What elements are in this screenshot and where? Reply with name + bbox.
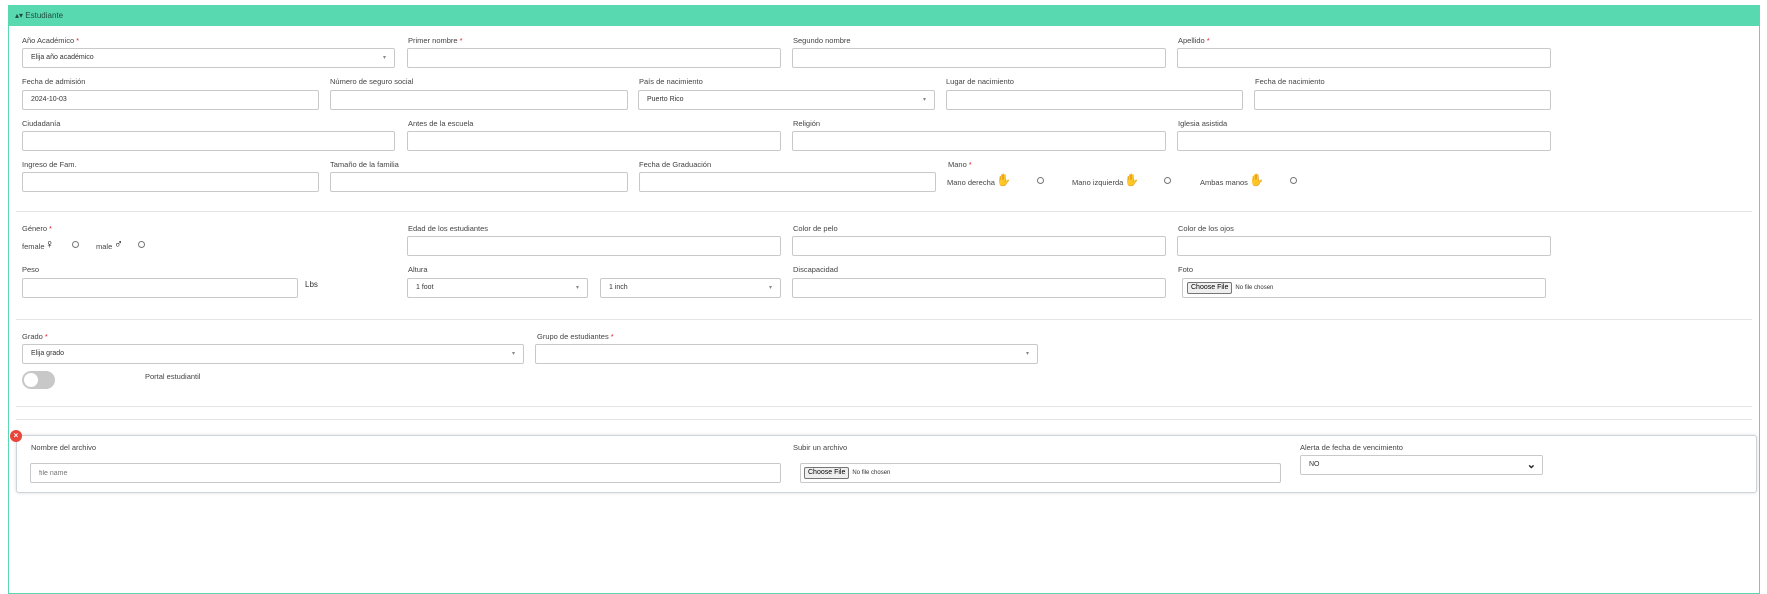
gender-option-male-label: male: [96, 242, 113, 251]
birth-date-input[interactable]: [1254, 90, 1551, 110]
previous-school-input[interactable]: [407, 131, 781, 151]
expiry-alert-label: Alerta de fecha de vencimiento: [1300, 443, 1403, 452]
graduation-date-input[interactable]: [639, 172, 936, 192]
student-age-label: Edad de los estudiantes: [408, 224, 489, 233]
photo-file-status: No file chosen: [1235, 285, 1274, 291]
left-hand-icon: ✋: [1124, 173, 1139, 187]
hand-label: Mano *: [948, 160, 972, 169]
upload-file-input[interactable]: Choose File No file chosen: [800, 463, 1281, 483]
male-icon: ♂: [114, 237, 123, 251]
weight-unit: Lbs: [305, 280, 318, 289]
hair-color-label: Color de pelo: [793, 224, 838, 233]
middle-name-label: Segundo nombre: [793, 36, 851, 45]
graduation-date-label: Fecha de Graduación: [639, 160, 712, 169]
right-hand-icon: ✋: [996, 173, 1011, 187]
birth-country-label: País de nacimiento: [639, 77, 703, 86]
hand-right-radio[interactable]: [1037, 177, 1044, 184]
last-name-label: Apellido *: [1178, 36, 1210, 45]
photo-label: Foto: [1178, 265, 1194, 274]
student-group-select[interactable]: [535, 344, 1038, 364]
female-icon: ♀: [45, 237, 54, 251]
height-inches-select[interactable]: 1 inch: [600, 278, 781, 298]
church-label: Iglesia asistida: [1178, 119, 1228, 128]
file-name-label: Nombre del archivo: [31, 443, 97, 452]
section-title: Estudiante: [25, 11, 64, 20]
height-feet-select[interactable]: 1 foot: [407, 278, 588, 298]
first-name-input[interactable]: [407, 48, 781, 68]
gender-label: Género *: [22, 224, 52, 233]
hair-color-input[interactable]: [792, 236, 1166, 256]
upload-choose-file-button[interactable]: Choose File: [804, 467, 850, 479]
both-hands-icon: ✋: [1249, 173, 1264, 187]
previous-school-label: Antes de la escuela: [408, 119, 474, 128]
section-header[interactable]: ▴▾ Estudiante: [9, 6, 1759, 26]
family-income-label: Ingreso de Fam.: [22, 160, 77, 169]
hand-both-radio[interactable]: [1290, 177, 1297, 184]
hand-option-left-label: Mano izquierda: [1072, 178, 1124, 187]
disability-input[interactable]: [792, 278, 1166, 298]
gender-option-female-label: female: [22, 242, 45, 251]
birth-date-label: Fecha de nacimiento: [1255, 77, 1325, 86]
hand-option-both-label: Ambas manos: [1200, 178, 1248, 187]
religion-label: Religión: [793, 119, 821, 128]
expiry-alert-select[interactable]: NO ⌄: [1300, 455, 1543, 475]
portal-toggle[interactable]: [22, 371, 55, 389]
academic-year-label: Año Académico *: [22, 36, 80, 45]
birth-place-label: Lugar de nacimiento: [946, 77, 1014, 86]
eye-color-input[interactable]: [1177, 236, 1551, 256]
upload-label: Subir un archivo: [793, 443, 848, 452]
photo-file-input[interactable]: Choose File No file chosen: [1182, 278, 1546, 298]
religion-input[interactable]: [792, 131, 1166, 151]
grade-label: Grado *: [22, 332, 48, 341]
ssn-input[interactable]: [330, 90, 628, 110]
middle-name-input[interactable]: [792, 48, 1166, 68]
portal-label: Portal estudiantil: [145, 372, 201, 381]
grade-select[interactable]: Elija grado: [22, 344, 524, 364]
file-name-input[interactable]: [30, 463, 781, 483]
disability-label: Discapacidad: [793, 265, 839, 274]
gender-male-radio[interactable]: [138, 241, 145, 248]
church-input[interactable]: [1177, 131, 1551, 151]
weight-input[interactable]: [22, 278, 298, 298]
divider: [16, 406, 1752, 407]
divider: [16, 419, 1752, 420]
birth-place-input[interactable]: [946, 90, 1243, 110]
first-name-label: Primer nombre *: [408, 36, 463, 45]
weight-label: Peso: [22, 265, 40, 274]
eye-color-label: Color de los ojos: [1178, 224, 1234, 233]
gender-female-radio[interactable]: [72, 241, 79, 248]
admission-date-input[interactable]: 2024-10-03: [22, 90, 319, 110]
birth-country-select[interactable]: Puerto Rico: [638, 90, 935, 110]
family-size-label: Tamaño de la familia: [330, 160, 399, 169]
height-label: Altura: [408, 265, 428, 274]
close-icon[interactable]: ×: [10, 430, 22, 442]
ssn-label: Número de seguro social: [330, 77, 414, 86]
citizenship-label: Ciudadanía: [22, 119, 61, 128]
divider: [16, 319, 1752, 320]
admission-date-label: Fecha de admisión: [22, 77, 86, 86]
family-income-input[interactable]: [22, 172, 319, 192]
chevron-down-icon: ⌄: [1526, 459, 1536, 471]
photo-choose-file-button[interactable]: Choose File: [1187, 282, 1233, 294]
student-group-label: Grupo de estudiantes *: [537, 332, 614, 341]
student-age-input[interactable]: [407, 236, 781, 256]
last-name-input[interactable]: [1177, 48, 1551, 68]
hand-option-right-label: Mano derecha: [947, 178, 995, 187]
divider: [16, 211, 1752, 212]
caret-up-down-icon: ▴▾: [15, 11, 24, 20]
hand-left-radio[interactable]: [1164, 177, 1171, 184]
upload-file-status: No file chosen: [852, 470, 891, 476]
family-size-input[interactable]: [330, 172, 628, 192]
academic-year-select[interactable]: Elija año académico: [22, 48, 395, 68]
citizenship-input[interactable]: [22, 131, 395, 151]
